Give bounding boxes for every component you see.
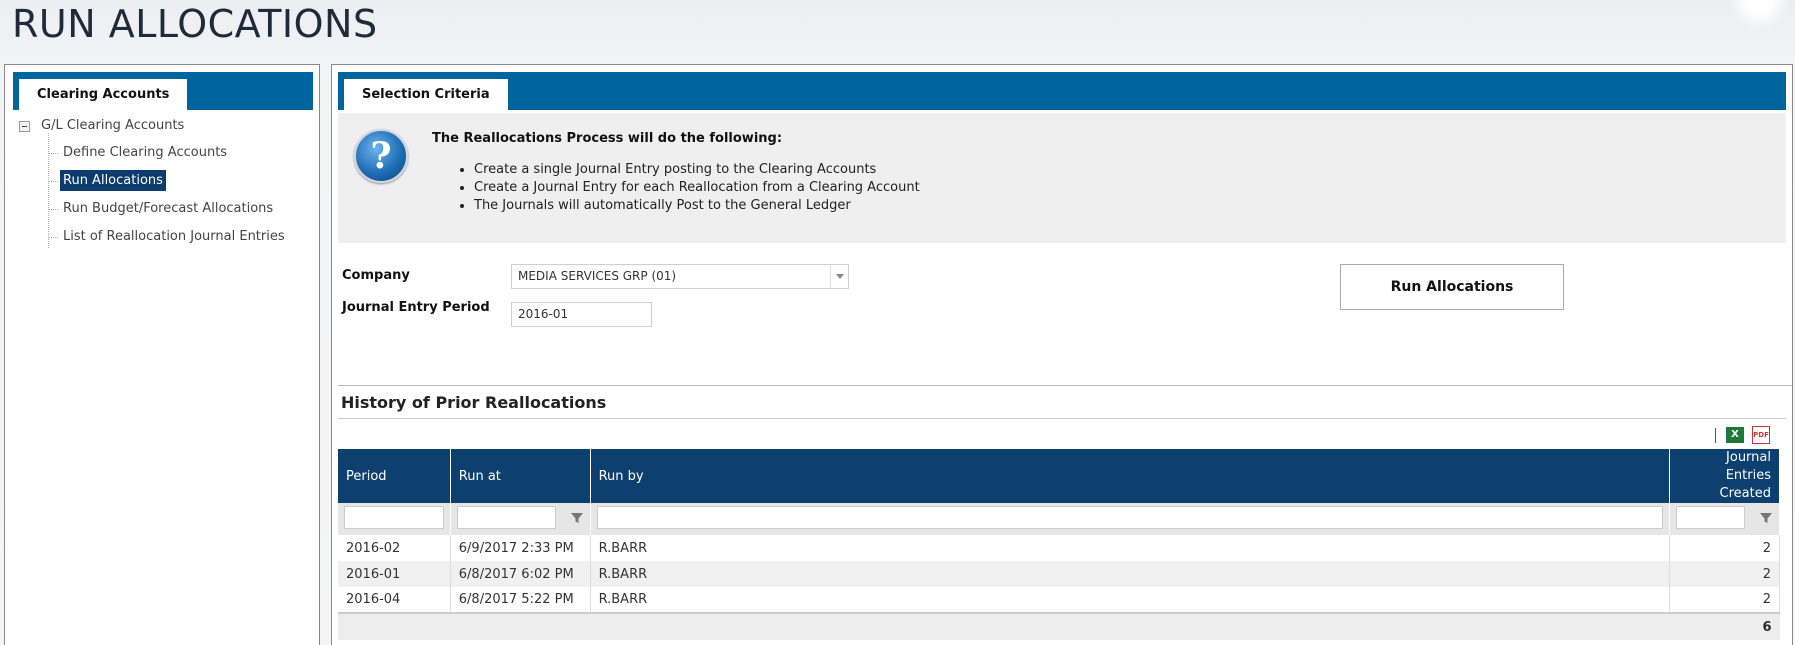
- filter-cell: [338, 503, 451, 535]
- total-entries: 6: [1669, 612, 1780, 640]
- tab-clearing-accounts[interactable]: Clearing Accounts: [19, 79, 188, 110]
- cell-period: 2016-04: [338, 587, 451, 613]
- tree-root-label: G/L Clearing Accounts: [41, 118, 185, 133]
- right-panel: Selection Criteria ? The Reallocations P…: [331, 64, 1793, 645]
- navigation-tree: G/L Clearing Accounts Define Clearing Ac…: [15, 115, 315, 251]
- info-heading: The Reallocations Process will do the fo…: [432, 131, 783, 146]
- info-box: ? The Reallocations Process will do the …: [338, 113, 1786, 243]
- cell-run-by: R.BARR: [590, 561, 1670, 587]
- background-decoration: [1729, 0, 1789, 30]
- toolbar-separator: [1715, 428, 1716, 443]
- left-panel: Clearing Accounts G/L Clearing Accounts …: [4, 64, 320, 645]
- right-tab-bar: Selection Criteria: [338, 72, 1786, 110]
- column-header-run-at[interactable]: Run at: [450, 449, 591, 503]
- filter-row: [338, 503, 1781, 535]
- journal-entry-period-input[interactable]: 2016-01: [511, 302, 652, 327]
- tree-item-list-reallocation-journal-entries[interactable]: List of Reallocation Journal Entries: [24, 223, 315, 251]
- filter-icon[interactable]: [1760, 512, 1772, 524]
- cell-entries: 2: [1669, 561, 1781, 587]
- period-filter-input[interactable]: [344, 505, 444, 529]
- company-select-value: MEDIA SERVICES GRP (01): [518, 269, 677, 283]
- cell-run-at: 6/8/2017 5:22 PM: [450, 587, 591, 613]
- tree-root-gl-clearing-accounts[interactable]: G/L Clearing Accounts: [15, 115, 315, 137]
- table-row[interactable]: 2016-01 6/8/2017 6:02 PM R.BARR 2: [338, 561, 1781, 587]
- tree-item-label: Run Allocations: [60, 170, 166, 191]
- run-at-filter-input[interactable]: [456, 505, 583, 529]
- grid-toolbar: X PDF: [338, 418, 1786, 449]
- tab-selection-criteria[interactable]: Selection Criteria: [344, 79, 508, 110]
- column-header-journal-entries-created[interactable]: Journal Entries Created: [1669, 449, 1781, 503]
- journal-entry-period-label: Journal Entry Period: [342, 300, 490, 315]
- cell-entries: 2: [1669, 535, 1781, 561]
- tree-item-label: Run Budget/Forecast Allocations: [63, 201, 274, 216]
- filter-cell: [590, 503, 1670, 535]
- cell-period: 2016-02: [338, 535, 451, 561]
- filter-icon[interactable]: [570, 512, 583, 524]
- cell-period: 2016-01: [338, 561, 451, 587]
- tree-item-label: Define Clearing Accounts: [63, 145, 228, 160]
- cell-entries: 2: [1669, 587, 1781, 613]
- question-mark-icon: ?: [354, 129, 408, 183]
- cell-run-at: 6/8/2017 6:02 PM: [450, 561, 591, 587]
- info-bullet: Create a Journal Entry for each Realloca…: [474, 179, 920, 197]
- tree-children: Define Clearing Accounts Run Allocations…: [24, 133, 315, 251]
- tree-item-define-clearing-accounts[interactable]: Define Clearing Accounts: [24, 139, 315, 167]
- filter-cell: [450, 503, 591, 535]
- cell-run-at: 6/9/2017 2:33 PM: [450, 535, 591, 561]
- cell-run-by: R.BARR: [590, 587, 1670, 613]
- column-header-period[interactable]: Period: [338, 449, 451, 503]
- company-label: Company: [342, 268, 410, 283]
- info-bullet: The Journals will automatically Post to …: [474, 197, 920, 215]
- collapse-icon[interactable]: [19, 121, 30, 132]
- tree-item-label: List of Reallocation Journal Entries: [63, 229, 285, 244]
- history-grid: Period Run at Run by Journal Entries Cre…: [338, 449, 1781, 640]
- tree-item-run-allocations[interactable]: Run Allocations: [24, 167, 315, 195]
- run-allocations-button[interactable]: Run Allocations: [1340, 264, 1564, 310]
- info-bullet-list: Create a single Journal Entry posting to…: [460, 161, 920, 215]
- info-bullet: Create a single Journal Entry posting to…: [474, 161, 920, 179]
- footer-row: 6: [338, 612, 1780, 640]
- history-title: History of Prior Reallocations: [341, 393, 607, 412]
- cell-run-by: R.BARR: [590, 535, 1670, 561]
- filter-cell: [1669, 503, 1781, 535]
- pdf-icon[interactable]: PDF: [1752, 426, 1770, 444]
- table-row[interactable]: 2016-04 6/8/2017 5:22 PM R.BARR 2: [338, 587, 1781, 613]
- section-divider: [338, 385, 1792, 386]
- tree-item-run-budget-forecast-allocations[interactable]: Run Budget/Forecast Allocations: [24, 195, 315, 223]
- table-row[interactable]: 2016-02 6/9/2017 2:33 PM R.BARR 2: [338, 535, 1781, 561]
- chevron-down-icon[interactable]: [830, 265, 848, 288]
- company-select[interactable]: MEDIA SERVICES GRP (01): [511, 264, 849, 289]
- excel-icon[interactable]: X: [1726, 427, 1744, 443]
- left-tab-bar: Clearing Accounts: [13, 72, 313, 110]
- column-header-run-by[interactable]: Run by: [590, 449, 1670, 503]
- run-by-filter-input[interactable]: [596, 505, 1663, 529]
- entries-filter-input[interactable]: [1675, 505, 1772, 529]
- page-title: RUN ALLOCATIONS: [12, 2, 378, 46]
